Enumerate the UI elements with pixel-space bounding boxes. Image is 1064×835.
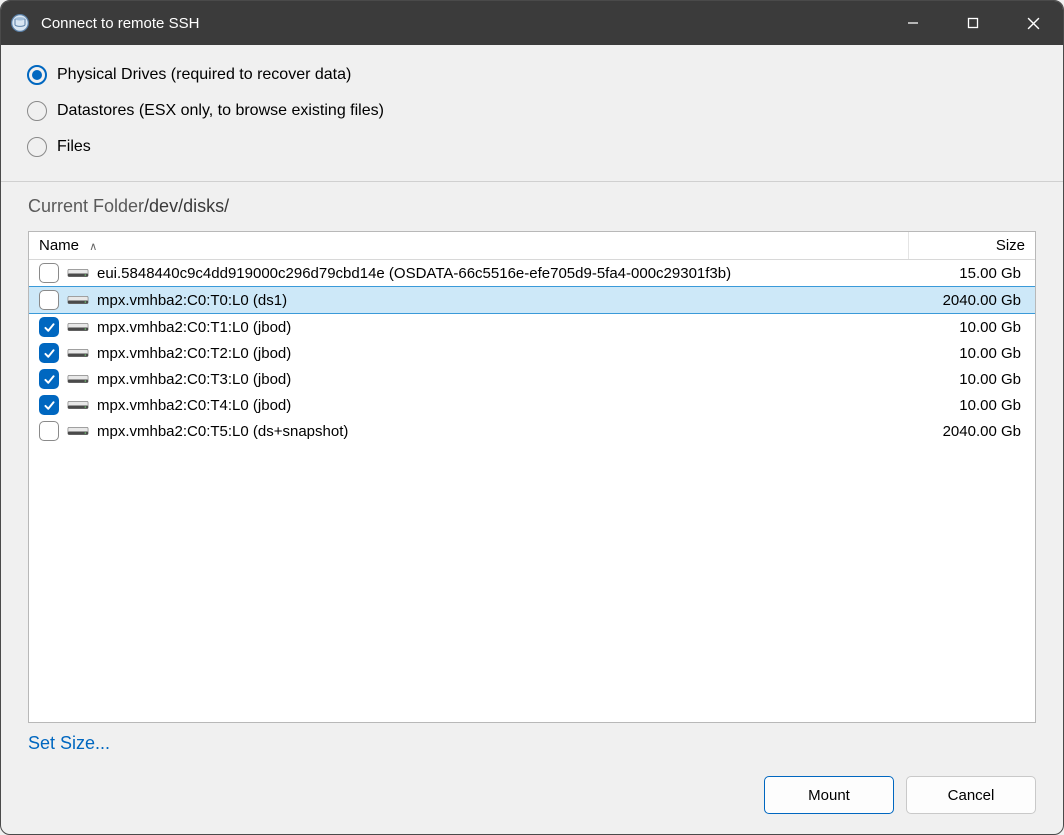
titlebar[interactable]: Connect to remote SSH [1,1,1063,45]
set-size-link[interactable]: Set Size... [28,733,110,753]
set-size-row: Set Size... [1,723,1063,754]
table-row[interactable]: mpx.vmhba2:C0:T0:L0 (ds1) 2040.00 Gb [29,287,1035,314]
row-checkbox[interactable] [39,421,59,441]
current-folder-label: Current Folder/dev/disks/ [1,182,1063,225]
radio-label: Datastores (ESX only, to browse existing… [57,102,384,120]
row-checkbox[interactable] [39,343,59,363]
row-checkbox[interactable] [39,369,59,389]
table-row[interactable]: mpx.vmhba2:C0:T4:L0 (jbod) 10.00 Gb [29,392,1035,418]
dialog-buttons: Mount Cancel [1,754,1063,834]
row-size: 2040.00 Gb [909,418,1035,444]
radio-indicator [27,101,47,121]
row-size: 2040.00 Gb [909,287,1035,314]
row-name: eui.5848440c9c4dd919000c296d79cbd14e (OS… [97,265,731,282]
table-row[interactable]: mpx.vmhba2:C0:T1:L0 (jbod) 10.00 Gb [29,314,1035,341]
column-label: Name [39,237,79,254]
radio-files[interactable]: Files [27,137,1037,157]
app-icon [9,12,31,34]
column-header-name[interactable]: Name ∧ [29,232,909,260]
sort-ascending-icon: ∧ [89,241,97,253]
table-row[interactable]: mpx.vmhba2:C0:T5:L0 (ds+snapshot) 2040.00… [29,418,1035,444]
close-button[interactable] [1003,1,1063,45]
row-size: 10.00 Gb [909,314,1035,341]
content-area: Physical Drives (required to recover dat… [1,45,1063,834]
drive-list[interactable]: Name ∧ Size eui.5848440c9c4dd919000c296d… [28,231,1036,723]
drive-icon [67,424,89,438]
radio-indicator [27,137,47,157]
folder-label-prefix: Current Folder [28,196,144,216]
drive-icon [67,320,89,334]
row-checkbox[interactable] [39,395,59,415]
mount-button[interactable]: Mount [764,776,894,814]
row-name: mpx.vmhba2:C0:T0:L0 (ds1) [97,292,287,309]
row-name: mpx.vmhba2:C0:T4:L0 (jbod) [97,397,291,414]
row-name: mpx.vmhba2:C0:T2:L0 (jbod) [97,345,291,362]
maximize-button[interactable] [943,1,1003,45]
row-size: 10.00 Gb [909,392,1035,418]
table-row[interactable]: eui.5848440c9c4dd919000c296d79cbd14e (OS… [29,260,1035,287]
window-title: Connect to remote SSH [41,15,883,32]
cancel-button[interactable]: Cancel [906,776,1036,814]
row-name: mpx.vmhba2:C0:T1:L0 (jbod) [97,319,291,336]
drive-icon [67,266,89,280]
drive-icon [67,346,89,360]
window: Connect to remote SSH Physical Drives (r… [0,0,1064,835]
drive-icon [67,293,89,307]
table-row[interactable]: mpx.vmhba2:C0:T2:L0 (jbod) 10.00 Gb [29,340,1035,366]
row-checkbox[interactable] [39,263,59,283]
drive-icon [67,398,89,412]
radio-datastores[interactable]: Datastores (ESX only, to browse existing… [27,101,1037,121]
row-checkbox[interactable] [39,290,59,310]
row-checkbox[interactable] [39,317,59,337]
column-label: Size [996,237,1025,254]
source-radio-group: Physical Drives (required to recover dat… [1,45,1063,182]
window-controls [883,1,1063,45]
column-header-size[interactable]: Size [909,232,1035,260]
row-name: mpx.vmhba2:C0:T5:L0 (ds+snapshot) [97,423,348,440]
radio-indicator [27,65,47,85]
table-row[interactable]: mpx.vmhba2:C0:T3:L0 (jbod) 10.00 Gb [29,366,1035,392]
minimize-button[interactable] [883,1,943,45]
radio-physical-drives[interactable]: Physical Drives (required to recover dat… [27,65,1037,85]
radio-label: Files [57,138,91,156]
row-name: mpx.vmhba2:C0:T3:L0 (jbod) [97,371,291,388]
radio-label: Physical Drives (required to recover dat… [57,66,351,84]
row-size: 15.00 Gb [909,260,1035,287]
folder-path: /dev/disks/ [144,196,229,216]
row-size: 10.00 Gb [909,366,1035,392]
drive-icon [67,372,89,386]
row-size: 10.00 Gb [909,340,1035,366]
